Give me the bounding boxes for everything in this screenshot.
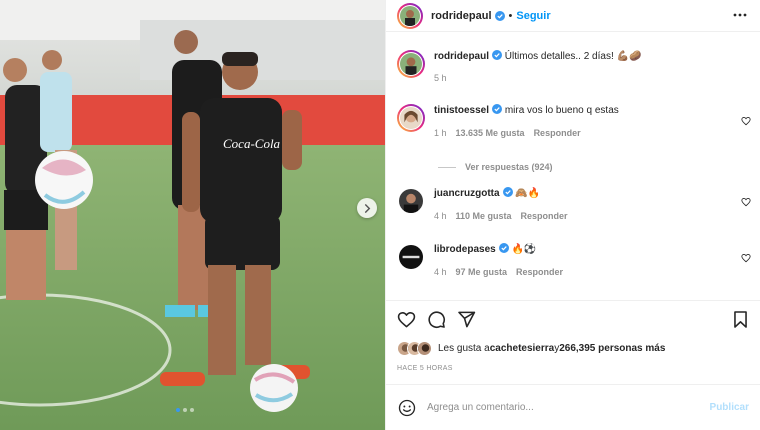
comment-time: 1 h xyxy=(434,128,447,138)
comment-likes[interactable]: 97 Me gusta xyxy=(456,267,508,277)
post-photo: Coca-Cola xyxy=(0,0,385,430)
comment-avatar-ring[interactable] xyxy=(397,104,425,132)
comment-heart-icon[interactable] xyxy=(741,197,751,207)
like-button[interactable] xyxy=(397,310,416,329)
caption-time: 5 h xyxy=(434,73,447,83)
avatar xyxy=(400,5,420,26)
avatar[interactable] xyxy=(399,189,423,213)
share-button[interactable] xyxy=(457,310,476,329)
send-icon xyxy=(458,311,476,328)
avatar xyxy=(400,107,422,129)
verified-icon xyxy=(494,10,505,21)
carousel-dot-active xyxy=(176,408,180,412)
likes-summary: Les gusta a cachetesierra y 266,395 pers… xyxy=(397,341,665,356)
comment-username[interactable]: librodepases xyxy=(434,244,496,255)
emoji-icon[interactable] xyxy=(398,399,416,417)
carousel-dot xyxy=(190,408,194,412)
likers-avatars xyxy=(397,341,432,356)
caption: rodridepaul Últimos detalles.. 2 días! 💪… xyxy=(397,50,751,83)
avatar xyxy=(400,53,422,75)
verified-icon xyxy=(492,104,503,114)
jersey-sponsor-text: Coca-Cola xyxy=(223,136,281,151)
caption-text: Últimos detalles.. 2 días! 💪🏽🥔 xyxy=(504,51,642,62)
comment-text: mira vos lo bueno q estas xyxy=(504,105,619,116)
verified-icon xyxy=(502,187,513,197)
comment-text: 🔥⚽ xyxy=(511,244,537,255)
post-side-panel: rodridepaul • Seguir rodridepaul Últimos… xyxy=(385,0,760,430)
carousel-dot xyxy=(183,408,187,412)
comment-composer: Publicar xyxy=(386,384,760,430)
comment-button[interactable] xyxy=(427,310,446,329)
comment-item: librodepases 🔥⚽ 4 h 97 Me gusta Responde… xyxy=(397,243,751,277)
caption-username[interactable]: rodridepaul xyxy=(434,51,489,62)
comment-input[interactable] xyxy=(427,402,697,413)
carousel-indicator xyxy=(176,408,194,412)
comment-item: juancruzgotta 🙈🔥 4 h 110 Me gusta Respon… xyxy=(397,187,751,221)
reply-button[interactable]: Responder xyxy=(521,211,568,221)
comment-time: 4 h xyxy=(434,211,447,221)
heart-icon xyxy=(397,311,416,328)
post-comment-button[interactable]: Publicar xyxy=(710,402,749,413)
likes-count[interactable]: 266,395 personas más xyxy=(559,343,665,354)
post-action-bar xyxy=(386,300,760,336)
author-avatar-ring[interactable] xyxy=(397,2,423,29)
comment-username[interactable]: juancruzgotta xyxy=(434,188,500,199)
replies-divider xyxy=(438,166,456,168)
verified-icon xyxy=(498,243,509,253)
follow-button[interactable]: Seguir xyxy=(516,10,550,22)
comment-icon xyxy=(428,311,445,328)
post-timestamp[interactable]: HACE 5 HORAS xyxy=(397,365,453,372)
more-icon[interactable] xyxy=(733,8,747,22)
view-replies-label: Ver respuestas (924) xyxy=(465,162,553,172)
author-username[interactable]: rodridepaul xyxy=(431,10,492,22)
post-header: rodridepaul • Seguir xyxy=(386,0,760,32)
caption-avatar-ring[interactable] xyxy=(397,50,425,78)
chevron-right-icon xyxy=(364,203,370,213)
save-button[interactable] xyxy=(731,310,750,329)
post-media[interactable]: Coca-Cola xyxy=(0,0,385,430)
comment-text: 🙈🔥 xyxy=(515,188,541,199)
comment-heart-icon[interactable] xyxy=(741,253,751,263)
avatar xyxy=(417,341,432,356)
comment-item: tinistoessel mira vos lo bueno q estas 1… xyxy=(397,104,751,138)
comment-likes[interactable]: 110 Me gusta xyxy=(456,211,512,221)
comment-time: 4 h xyxy=(434,267,447,277)
reply-button[interactable]: Responder xyxy=(516,267,563,277)
likes-prefix: Les gusta a xyxy=(438,343,490,354)
header-separator: • xyxy=(508,9,513,22)
verified-icon xyxy=(492,50,503,60)
comment-heart-icon[interactable] xyxy=(741,116,751,126)
reply-button[interactable]: Responder xyxy=(534,128,581,138)
view-replies-button[interactable]: Ver respuestas (924) xyxy=(438,162,553,172)
comment-likes[interactable]: 13.635 Me gusta xyxy=(456,128,525,138)
bookmark-icon xyxy=(734,311,747,328)
comment-username[interactable]: tinistoessel xyxy=(434,105,489,116)
liker-username[interactable]: cachetesierra xyxy=(490,343,555,354)
comments-list[interactable]: rodridepaul Últimos detalles.. 2 días! 💪… xyxy=(386,32,760,300)
carousel-next-button[interactable] xyxy=(357,198,377,218)
avatar[interactable] xyxy=(399,245,423,269)
